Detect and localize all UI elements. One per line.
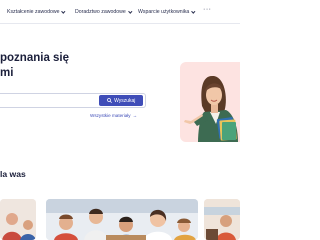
card-photo <box>204 199 240 240</box>
top-navigation: Kształcenie zawodowe Doradztwo zawodowe … <box>0 0 240 24</box>
nav-item-career-counseling[interactable]: Doradztwo zawodowe <box>75 7 132 17</box>
all-materials-link[interactable]: Wszystkie materiały → <box>90 113 137 118</box>
search-button[interactable]: Wyszukaj <box>99 95 143 106</box>
chevron-down-icon <box>128 9 132 14</box>
section-title: la was <box>0 169 26 179</box>
arrow-right-icon: → <box>132 113 138 118</box>
more-menu-button[interactable]: ··· <box>203 6 212 13</box>
hero-section: poznania się mi Wyszukaj Wszystkie mater… <box>0 25 240 157</box>
card-photo <box>0 199 36 240</box>
hero-title: poznania się mi <box>0 51 70 81</box>
nav-item-vocational-education[interactable]: Kształcenie zawodowe <box>7 7 66 17</box>
search-input[interactable] <box>0 94 98 107</box>
material-card[interactable] <box>204 199 240 240</box>
hero-image-panel <box>180 62 240 142</box>
card-photo <box>46 199 198 240</box>
all-materials-label: Wszystkie materiały <box>90 113 131 118</box>
chevron-down-icon <box>191 9 196 14</box>
search-icon <box>106 98 112 103</box>
chevron-down-icon <box>61 9 66 14</box>
search-button-label: Wyszukaj <box>114 97 136 104</box>
nav-item-label: Wsparcie użytkownika <box>138 9 190 15</box>
search-bar: Wyszukaj <box>0 93 146 108</box>
teacher-photo <box>184 76 238 142</box>
nav-item-label: Doradztwo zawodowe <box>75 9 126 15</box>
material-card[interactable] <box>46 199 198 240</box>
hero-title-line-2: mi <box>0 67 14 79</box>
hero-title-line-1: poznania się <box>0 52 70 64</box>
nav-item-user-support[interactable]: Wsparcie użytkownika <box>138 7 196 17</box>
nav-item-label: Kształcenie zawodowe <box>7 9 60 15</box>
material-card[interactable] <box>0 199 36 240</box>
